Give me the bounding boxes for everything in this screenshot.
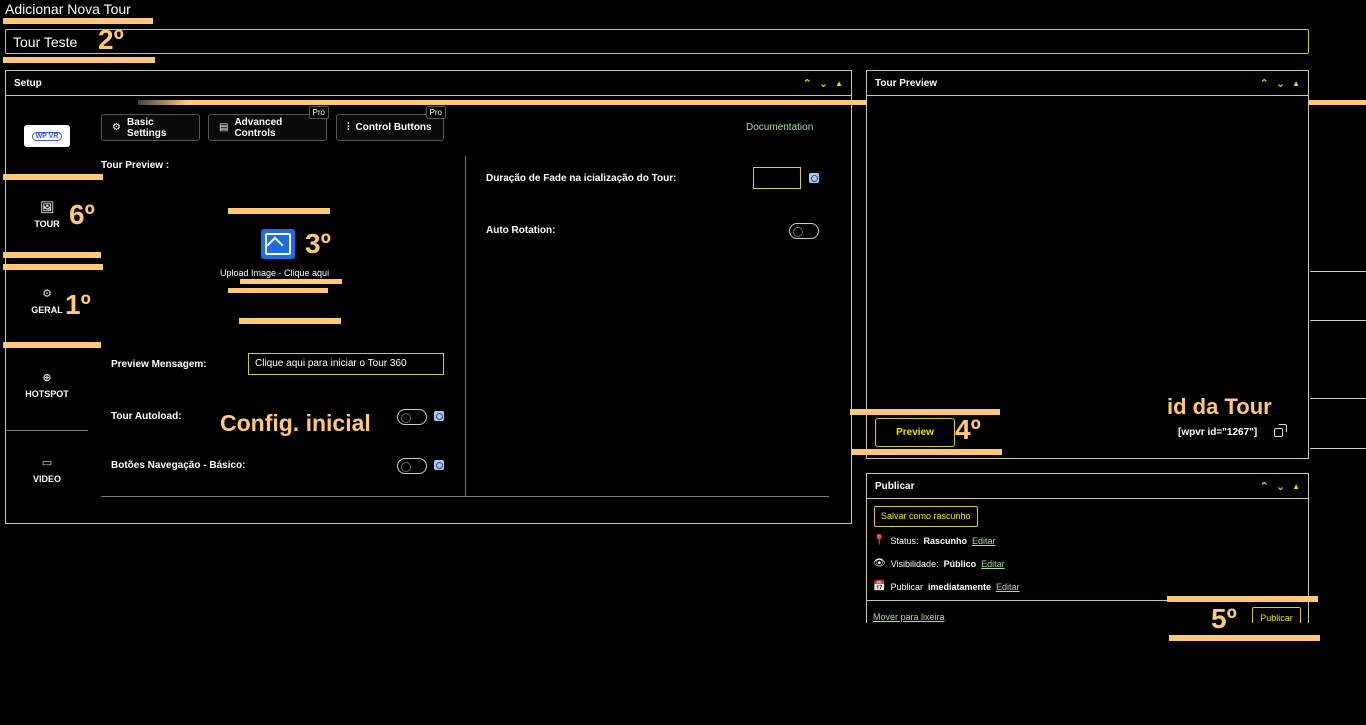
annotation-5: 5º [1211,603,1237,634]
gear-icon: ⚙ [112,122,121,133]
settings-divider-vertical [465,156,466,496]
edit-schedule-link[interactable]: Editar [996,582,1020,592]
setup-panel-title: Setup [14,77,42,89]
help-icon[interactable] [434,460,444,470]
nav-buttons-label: Botões Navegação - Básico: [111,460,246,471]
highlight-bar [3,252,101,258]
annotation-3: 3º [305,228,331,259]
crosshair-icon: ⊕ [42,372,52,384]
status-row: 📍 Status: Rascunho Editar [873,535,996,546]
tour-preview-panel-title: Tour Preview [875,77,938,89]
edit-visibility-link[interactable]: Editar [981,559,1005,569]
annotation-6: 6º [69,199,95,230]
highlight-bar [3,342,101,348]
tour-preview-label: Tour Preview : [101,160,170,171]
chevron-down-icon[interactable]: ⌄ [819,77,828,90]
edge-line [1310,398,1366,399]
tour-autoload-toggle[interactable] [397,409,427,425]
highlight-bar [1169,635,1320,641]
nav-buttons-toggle[interactable] [397,458,427,474]
documentation-link[interactable]: Documentation [746,122,813,133]
edit-status-link[interactable]: Editar [972,536,996,546]
wpvr-logo: WP VR [24,125,70,147]
chevron-down-icon[interactable]: ⌄ [1276,480,1285,493]
toggle-panel-icon[interactable]: ▲ [1292,79,1300,88]
tab-control-buttons[interactable]: ⫶ Control Buttons Pro [336,106,446,141]
pro-badge: Pro [308,106,329,119]
chevron-down-icon[interactable]: ⌄ [1276,77,1285,90]
tab-advanced-controls[interactable]: ▤ Advanced Controls Pro [208,106,329,141]
settings-divider-bottom [101,496,829,497]
highlight-bar [851,449,1002,455]
fade-duration-label: Duração de Fade na icialização do Tour: [486,173,677,184]
toggle-panel-icon[interactable]: ▲ [835,79,843,88]
annotation-config: Config. inicial [220,410,371,436]
highlight-bar [240,279,342,284]
highlight-bar [228,208,330,214]
visibility-row: 👁 Visibilidade: Público Editar [873,558,1005,569]
sliders-icon: ▤ [219,122,229,133]
auto-rotation-toggle[interactable] [789,223,819,239]
pro-badge: Pro [425,106,446,119]
sidebar-divider [6,430,88,431]
schedule-row: 📅 Publicar imediatamente Editar [873,581,1020,592]
highlight-bar [3,18,153,24]
edge-line [1310,271,1366,272]
preview-message-input[interactable]: Clique aqui para iniciar o Tour 360 [248,353,444,375]
calendar-icon: 📅 [873,581,886,592]
save-draft-button[interactable]: Salvar como rascunho [874,506,978,527]
copy-icon[interactable] [1274,424,1288,438]
auto-rotation-label: Auto Rotation: [486,225,556,236]
pin-icon: 📍 [873,535,886,546]
sidebar-item-hotspot[interactable]: ⊕ HOTSPOT [6,371,88,399]
bottom-blank [0,623,1366,725]
upload-image-icon[interactable] [261,229,295,259]
edge-line [1310,448,1366,449]
edge-line [1310,320,1366,321]
tour-title-input[interactable]: Tour Teste [5,29,1309,54]
control-buttons-icon: ⫶ [347,122,350,133]
sidebar-item-video[interactable]: ▭ VIDEO [6,456,88,484]
preview-message-label: Preview Mensagem: [111,359,207,370]
chevron-up-icon[interactable]: ⌃ [803,77,812,90]
highlight-bar [228,288,328,293]
chevron-up-icon[interactable]: ⌃ [1260,480,1269,493]
preview-button[interactable]: Preview [875,418,955,447]
eye-icon: 👁 [873,558,886,569]
upload-image-link[interactable]: Upload Image - Clique aqui [220,268,329,278]
highlight-bar [3,57,155,63]
page-title: Adicionar Nova Tour [5,1,131,17]
move-to-trash-link[interactable]: Mover para lixeira [873,612,945,622]
fade-duration-input[interactable] [753,167,801,189]
tab-basic-settings[interactable]: ⚙ Basic Settings [101,114,200,141]
help-icon[interactable] [809,173,819,183]
highlight-bar [3,264,103,270]
shortcode: [wpvr id="1267"] [1178,427,1258,438]
help-icon[interactable] [434,411,444,421]
video-icon: ▭ [41,457,53,469]
annotation-1: 1º [65,289,91,320]
publish-panel-title: Publicar [875,480,915,492]
highlight-bar [1167,596,1318,602]
chevron-up-icon[interactable]: ⌃ [1260,77,1269,90]
annotation-2: 2º [98,24,124,55]
tour-autoload-label: Tour Autoload: [111,411,182,422]
highlight-bar [3,174,103,180]
annotation-4: 4º [955,414,981,445]
annotation-id: id da Tour [1167,394,1272,419]
toggle-panel-icon[interactable]: ▲ [1292,482,1300,491]
highlight-bar [239,318,341,324]
